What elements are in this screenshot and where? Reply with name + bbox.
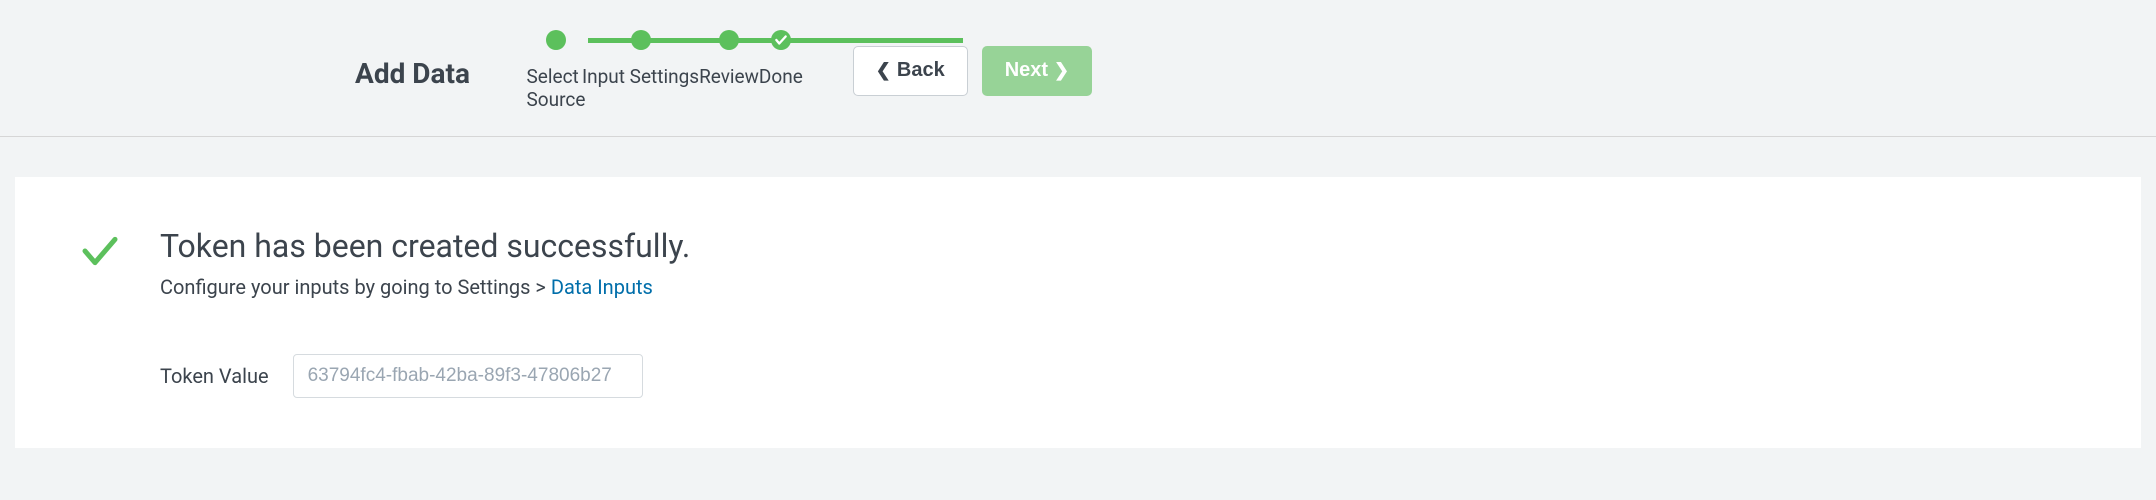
stepper-connector (588, 38, 733, 43)
content-card: Token has been created successfully. Con… (15, 177, 2141, 448)
progress-stepper: Select Source Input Settings Review Done (530, 30, 803, 111)
next-button-label: Next (1005, 59, 1048, 82)
success-title: Token has been created successfully. (160, 227, 690, 265)
token-value-input[interactable] (293, 354, 643, 398)
subtext-prefix: Configure your inputs by going to Settin… (160, 275, 551, 299)
back-button[interactable]: ❮ Back (853, 46, 968, 96)
next-button[interactable]: Next ❯ (982, 46, 1092, 96)
checkmark-icon (774, 33, 788, 47)
page-title: Add Data (355, 57, 470, 90)
data-inputs-link[interactable]: Data Inputs (551, 275, 653, 299)
chevron-left-icon: ❮ (876, 60, 891, 81)
chevron-right-icon: ❯ (1054, 60, 1069, 81)
success-check-icon (80, 231, 120, 271)
step-dot-complete (546, 30, 566, 50)
stepper-connector (733, 38, 857, 43)
token-value-label: Token Value (160, 364, 269, 388)
step-label: Input Settings (582, 65, 699, 88)
success-message: Token has been created successfully. Con… (80, 227, 2076, 299)
stepper-connector (857, 38, 963, 43)
step-dot-current (771, 30, 791, 50)
step-label: Select Source (527, 65, 586, 111)
token-value-row: Token Value (160, 354, 2076, 398)
step-select-source: Select Source (530, 30, 582, 111)
wizard-actions: ❮ Back Next ❯ (853, 46, 1092, 96)
wizard-header: Add Data Select Source Input Settings Re… (0, 0, 2156, 137)
back-button-label: Back (897, 59, 945, 82)
step-label: Done (759, 65, 803, 88)
success-subtext: Configure your inputs by going to Settin… (160, 275, 690, 299)
step-dot-complete (631, 30, 651, 50)
step-label: Review (699, 65, 759, 88)
step-dot-complete (719, 30, 739, 50)
